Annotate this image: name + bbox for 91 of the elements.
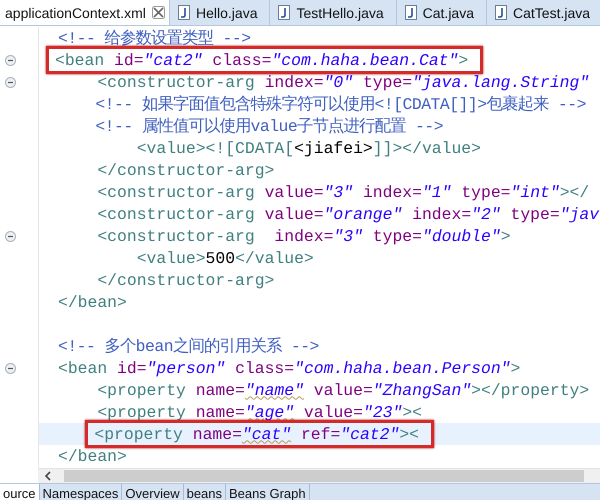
xml-tag: > [458,50,468,70]
xml-tag: </value> [235,248,314,268]
attribute-name: type= [372,226,422,246]
xml-tag: >< [402,402,422,422]
attribute-value: "3" [324,182,354,202]
xml-tag: <constructor-arg [58,226,255,246]
collapse-icon[interactable] [5,76,16,88]
attribute-name: name= [192,424,242,444]
attribute-name: type= [460,182,511,202]
collapse-icon[interactable] [5,362,16,374]
xml-tag: </bean> [58,292,127,312]
scrollbar-thumb[interactable] [64,470,584,482]
xml-tag: <property [94,424,183,444]
attribute-name: class= [211,50,272,70]
attribute-name: index= [273,226,334,246]
attribute-value: "jav [560,204,600,224]
xml-comment: <!-- 属性值可以使用value子节点进行配置 --> [94,116,444,137]
xml-tag: ]]></value> [372,138,481,158]
attribute-value: "person" [146,358,226,378]
xml-tag: </constructor-arg> [58,270,274,290]
attribute-name: id= [113,50,144,70]
attribute-value: "double" [422,226,501,246]
xml-tag: </constructor-arg> [58,160,274,180]
java-file-icon [178,5,190,20]
attribute-name: type= [510,204,560,224]
page-tab[interactable]: ource [0,484,40,500]
xml-tag: <property [58,402,186,422]
xml-comment: <!-- 多个bean之间的引用关系 --> [58,336,319,357]
page-tab[interactable]: beans [184,484,226,500]
attribute-name: index= [264,72,324,92]
attribute-value: "int" [510,182,560,202]
xml-comment: <!-- 如果字面值包含特殊字符可以使用<![CDATA[]]>包裹起来 --> [94,94,586,115]
attribute-name: id= [116,358,147,378]
attribute-value: "orange" [324,204,402,224]
xml-tag: > [500,226,511,246]
java-file-icon [278,5,290,20]
text-content: <jiafei> [294,138,373,158]
attribute-name: index= [362,182,422,202]
xml-tag: <constructor-arg [58,182,255,202]
attribute-value: "cat" [242,424,292,444]
editor-tab[interactable]: CatTest.java [487,0,600,25]
editor-tab[interactable]: Cat.java [396,0,487,25]
editor-tab[interactable]: applicationContext.xml [0,0,170,25]
text-content: 500 [206,248,236,268]
attribute-value: "age" [244,402,294,422]
attribute-value: "cat2" [340,424,400,444]
attribute-value: "1" [422,182,452,202]
scroll-left-icon[interactable] [44,471,52,481]
close-icon[interactable] [152,6,165,19]
xml-comment: <!-- 给参数设置类型 --> [58,28,251,49]
xml-tag: <constructor-arg [58,72,255,92]
attribute-name: value= [264,182,324,202]
xml-tag: ></property> [471,380,590,400]
attribute-name: name= [194,380,245,400]
attribute-value: "23" [362,402,402,422]
page-tab[interactable]: Beans Graph [226,484,310,500]
attribute-name: value= [302,402,363,422]
xml-tag: <value> [58,248,206,268]
attribute-value: "com.haha.bean.Cat" [271,50,458,70]
xml-tag: > [510,358,520,378]
xml-tag: <constructor-arg [58,204,255,224]
editor-tab[interactable]: TestHello.java [270,0,397,25]
attribute-value: "0" [324,72,354,92]
attribute-name: ref= [300,424,340,444]
xml-tag: <property [58,380,186,400]
attribute-name: class= [234,358,294,378]
java-file-icon [404,5,417,20]
java-file-icon [495,5,507,20]
attribute-value: "com.haha.bean.Person" [294,358,511,378]
attribute-name: name= [194,402,245,422]
xml-tag: <value><![CDATA[ [58,138,294,158]
attribute-name: value= [264,204,324,224]
attribute-value: "ZhangSan" [372,380,472,400]
xml-tag: ></ [560,182,590,202]
xml-tag: </bean> [58,446,127,466]
attribute-value: "2" [471,204,501,224]
attribute-value: "java.lang.String" [412,72,590,92]
attribute-name: value= [312,380,373,400]
attribute-name: index= [411,204,472,224]
collapse-icon[interactable] [5,54,16,66]
attribute-name: type= [362,72,412,92]
xml-tag: <bean [55,50,104,70]
attribute-value: "3" [333,226,363,246]
page-tab[interactable]: Overview [122,484,184,500]
editor-tab[interactable]: Hello.java [170,0,270,25]
xml-tag: >< [399,424,420,444]
page-tab[interactable]: Namespaces [40,484,122,500]
attribute-value: "name" [244,380,304,400]
xml-tag: <bean [58,358,108,378]
attribute-value: "cat2" [144,50,203,70]
collapse-icon[interactable] [5,230,16,242]
